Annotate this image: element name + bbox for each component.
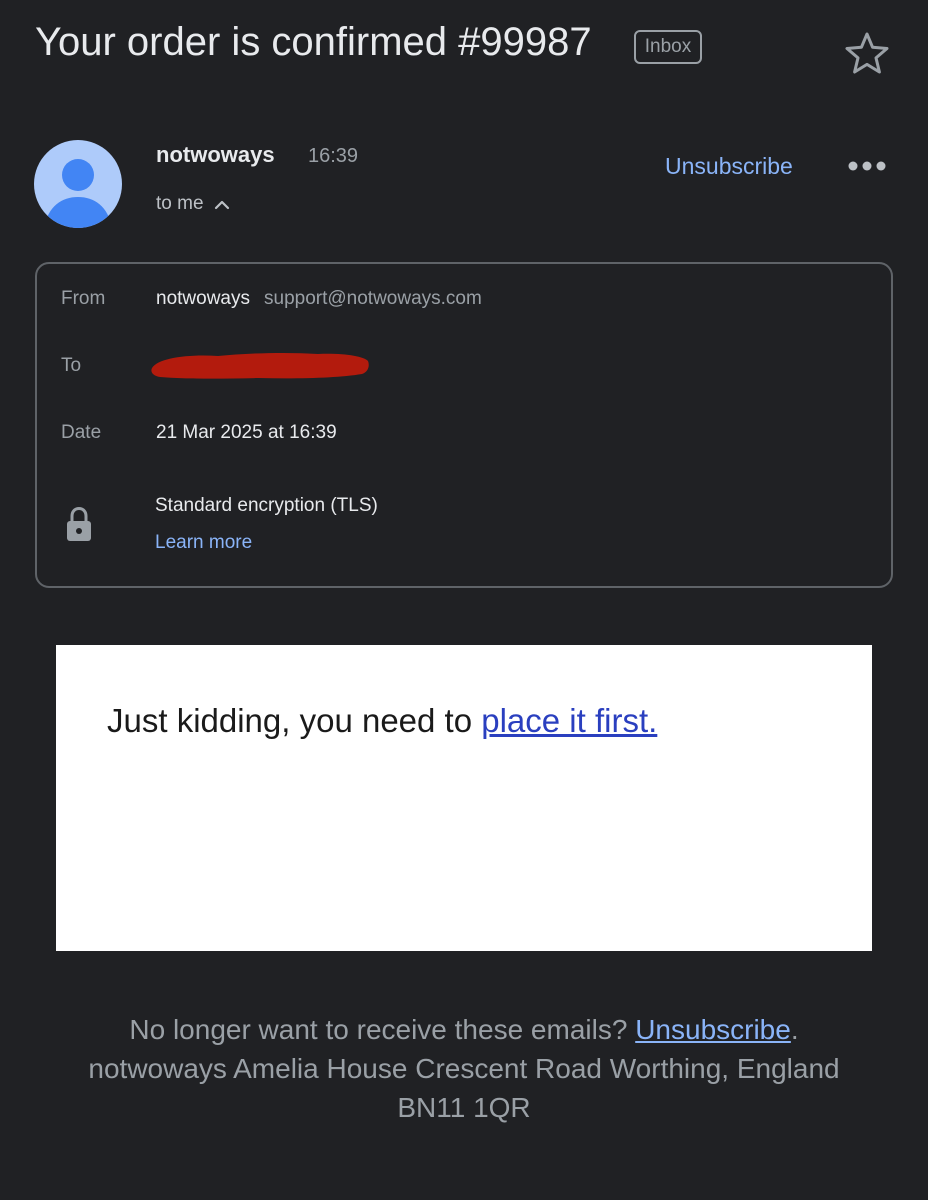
chevron-up-icon xyxy=(214,200,229,210)
star-icon[interactable] xyxy=(844,30,890,76)
inbox-label-chip[interactable]: Inbox xyxy=(634,30,702,64)
from-name: notwoways xyxy=(156,288,250,309)
email-body xyxy=(56,645,872,951)
sent-time: 16:39 xyxy=(308,145,359,167)
sender-name: notwoways xyxy=(156,142,275,167)
learn-more-link[interactable]: Learn more xyxy=(155,529,252,557)
recipient-toggle[interactable]: to me xyxy=(156,190,230,218)
lock-icon xyxy=(67,506,91,541)
message-text: Just kidding, you need to place it first… xyxy=(107,700,657,742)
to-label: To xyxy=(61,355,82,376)
date-label: Date xyxy=(61,422,102,443)
email-footer: No longer want to receive these emails? … xyxy=(56,1010,872,1127)
from-label: From xyxy=(61,288,106,309)
date-value: 21 Mar 2025 at 16:39 xyxy=(156,422,337,443)
footer-address: notwoways Amelia House Crescent Road Wor… xyxy=(88,1053,840,1123)
redacted-recipient xyxy=(151,352,369,379)
from-value: notwoways support@notwoways.com xyxy=(156,285,482,313)
encryption-text: Standard encryption (TLS) xyxy=(155,495,378,516)
from-email[interactable]: support@notwoways.com xyxy=(264,288,482,309)
footer-unsubscribe-link[interactable]: Unsubscribe xyxy=(635,1014,791,1045)
place-order-link[interactable]: place it first. xyxy=(481,702,657,739)
unsubscribe-button[interactable]: Unsubscribe xyxy=(665,150,793,182)
footer-unsubscribe-line: No longer want to receive these emails? … xyxy=(56,1010,872,1049)
message-prefix: Just kidding, you need to xyxy=(107,702,482,739)
footer-period: . xyxy=(790,1014,799,1045)
recipient-summary: to me xyxy=(156,193,204,214)
more-options-icon[interactable] xyxy=(845,150,889,182)
person-icon xyxy=(44,159,112,228)
email-subject: Your order is confirmed #99987 xyxy=(35,20,592,64)
sender-avatar[interactable] xyxy=(34,140,122,228)
footer-prompt: No longer want to receive these emails? xyxy=(129,1014,636,1045)
